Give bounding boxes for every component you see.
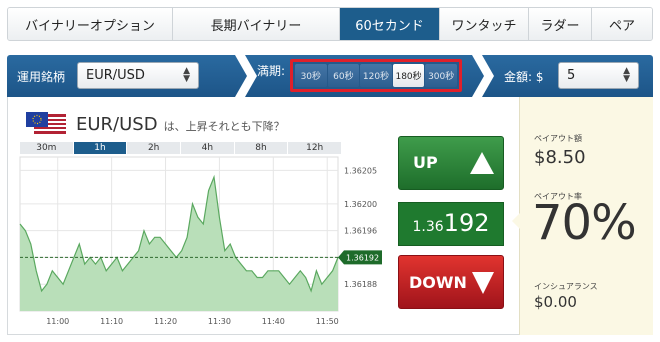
- payout-rate-value: 70%: [532, 195, 637, 251]
- chevron-right-icon: [472, 55, 494, 97]
- insurance-value: $0.00: [534, 293, 577, 311]
- asset-select[interactable]: EUR/USD ▲ ▼: [77, 62, 199, 89]
- chevron-right-icon: [235, 55, 257, 97]
- arrow-up-icon: [470, 152, 494, 174]
- x-tick-label: 11:40: [262, 317, 285, 326]
- product-tabs: バイナリーオプション 長期バイナリー 60セカンド ワンタッチ ラダー ペア: [7, 7, 653, 41]
- asset-label: 運用銘柄: [17, 70, 66, 84]
- expiry-label: 満期:: [257, 64, 286, 78]
- x-tick-label: 11:10: [100, 317, 123, 326]
- amount-label: 金額: $: [504, 70, 544, 84]
- expiry-300s[interactable]: 300秒: [425, 64, 457, 87]
- current-price-tag-label: 1.36192: [346, 253, 379, 262]
- asset-select-value: EUR/USD: [86, 68, 145, 83]
- tab-long-term[interactable]: 長期バイナリー: [173, 8, 340, 40]
- price-chart: 1.36205 1.36200 1.36196 1.36192 1.36188 11:0…: [19, 156, 382, 326]
- trade-panel: EUR/USD は、上昇それとも下降？ 30m 1h 2h 4h 8h 12h …: [7, 97, 653, 335]
- select-arrows-icon: ▲ ▼: [183, 66, 190, 84]
- info-panel-notch: [512, 213, 520, 229]
- current-price: 1.36 192: [398, 202, 504, 246]
- expiry-60s[interactable]: 60秒: [327, 64, 360, 87]
- select-arrows-icon: ▲ ▼: [623, 66, 630, 84]
- x-axis: 11:00 11:10 11:20 11:30 11:40 11:50: [46, 317, 339, 326]
- payout-amount-label: ペイアウト額: [534, 134, 582, 143]
- expiry-180s[interactable]: 180秒: [392, 64, 425, 87]
- expiry-options: 30秒 60秒 120秒 180秒 300秒: [290, 59, 462, 92]
- x-tick-label: 11:00: [46, 317, 69, 326]
- insurance-label: インシュアランス: [534, 282, 598, 291]
- down-button-label: DOWN: [409, 273, 467, 292]
- x-tick-label: 11:50: [316, 317, 339, 326]
- tab-pair[interactable]: ペア: [592, 8, 652, 40]
- x-tick-label: 11:20: [154, 317, 177, 326]
- asset-pair: EUR/USD: [76, 113, 158, 135]
- asset-title: EUR/USD は、上昇それとも下降？: [24, 111, 285, 137]
- y-tick-label: 1.36200: [344, 200, 377, 209]
- x-tick-label: 11:30: [208, 317, 231, 326]
- tab-binary-options[interactable]: バイナリーオプション: [8, 8, 173, 40]
- amount-select[interactable]: 5 ▲ ▼: [558, 62, 639, 89]
- arrow-down-icon: [472, 272, 494, 294]
- asset-question: は、上昇それとも下降？: [163, 120, 285, 133]
- options-bar: 運用銘柄 EUR/USD ▲ ▼ 満期: 30秒 60秒 120秒 180秒 30…: [7, 55, 653, 97]
- tab-60-second[interactable]: 60セカンド: [340, 8, 440, 40]
- y-tick-label: 1.36196: [344, 227, 377, 236]
- up-button[interactable]: UP: [398, 136, 504, 190]
- eur-usd-flag-icon: [26, 112, 66, 134]
- price-pips: 192: [443, 209, 490, 237]
- expiry-120s[interactable]: 120秒: [360, 64, 392, 87]
- expiry-30s[interactable]: 30秒: [295, 64, 327, 87]
- up-button-label: UP: [413, 153, 438, 172]
- down-button[interactable]: DOWN: [398, 255, 504, 309]
- payout-amount-value: $8.50: [534, 147, 586, 168]
- amount-select-value: 5: [567, 68, 576, 83]
- tab-ladder[interactable]: ラダー: [529, 8, 592, 40]
- current-price-tag: 1.36192: [338, 250, 382, 265]
- payout-info-panel: ペイアウト額 $8.50 ペイアウト率 70% インシュアランス $0.00: [512, 97, 653, 335]
- price-prefix: 1.36: [412, 219, 444, 235]
- y-tick-label: 1.36205: [344, 166, 377, 175]
- y-axis: 1.36205 1.36200 1.36196 1.36192 1.36188: [344, 166, 377, 289]
- y-tick-label: 1.36188: [344, 280, 377, 289]
- tab-one-touch[interactable]: ワンタッチ: [440, 8, 529, 40]
